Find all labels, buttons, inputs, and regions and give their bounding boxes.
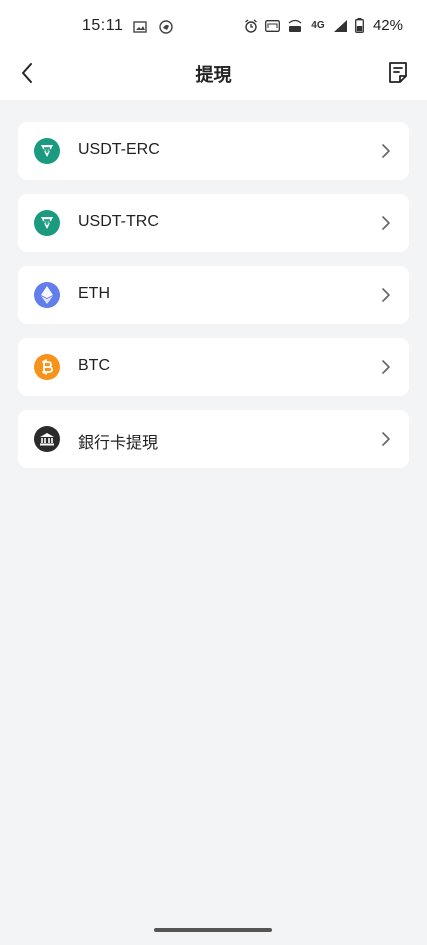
chevron-right-icon bbox=[382, 360, 390, 374]
method-label: ETH bbox=[78, 285, 110, 302]
image-notification-icon bbox=[132, 19, 148, 35]
alarm-icon bbox=[243, 18, 259, 34]
page-header: 提現 bbox=[0, 48, 427, 100]
withdraw-method-list: USDT-ERC USDT-TRC ETH BTC 銀行卡提現 bbox=[18, 122, 409, 482]
bank-icon bbox=[34, 426, 60, 452]
status-bar: 15:11 4G 42% bbox=[0, 0, 427, 48]
method-item-bank-card[interactable]: 銀行卡提現 bbox=[18, 410, 409, 468]
method-item-usdt-erc[interactable]: USDT-ERC bbox=[18, 122, 409, 180]
app-notification-icon bbox=[158, 19, 174, 35]
chevron-right-icon bbox=[382, 288, 390, 302]
method-item-usdt-trc[interactable]: USDT-TRC bbox=[18, 194, 409, 252]
withdraw-records-button[interactable] bbox=[383, 57, 413, 87]
method-label: BTC bbox=[78, 357, 110, 374]
home-indicator[interactable] bbox=[154, 928, 272, 932]
tether-icon bbox=[34, 138, 60, 164]
chevron-right-icon bbox=[382, 432, 390, 446]
battery-icon bbox=[355, 18, 365, 34]
status-left-icons bbox=[132, 19, 174, 35]
signal-icon bbox=[333, 18, 349, 34]
nfc-icon bbox=[265, 18, 281, 34]
status-right-icons: 4G 42% bbox=[243, 17, 403, 34]
page-title: 提現 bbox=[195, 65, 232, 85]
status-time: 15:11 bbox=[82, 17, 124, 34]
tether-icon bbox=[34, 210, 60, 236]
chevron-right-icon bbox=[382, 216, 390, 230]
document-icon bbox=[389, 62, 407, 83]
volte-icon bbox=[287, 18, 303, 34]
network-4g-icon: 4G bbox=[311, 19, 325, 31]
method-label: 銀行卡提現 bbox=[78, 435, 159, 452]
method-label: USDT-TRC bbox=[78, 213, 159, 230]
method-label: USDT-ERC bbox=[78, 141, 160, 158]
battery-percent: 42% bbox=[372, 17, 403, 34]
chevron-right-icon bbox=[382, 144, 390, 158]
method-item-btc[interactable]: BTC bbox=[18, 338, 409, 396]
bitcoin-icon bbox=[34, 354, 60, 380]
ethereum-icon bbox=[34, 282, 60, 308]
method-item-eth[interactable]: ETH bbox=[18, 266, 409, 324]
